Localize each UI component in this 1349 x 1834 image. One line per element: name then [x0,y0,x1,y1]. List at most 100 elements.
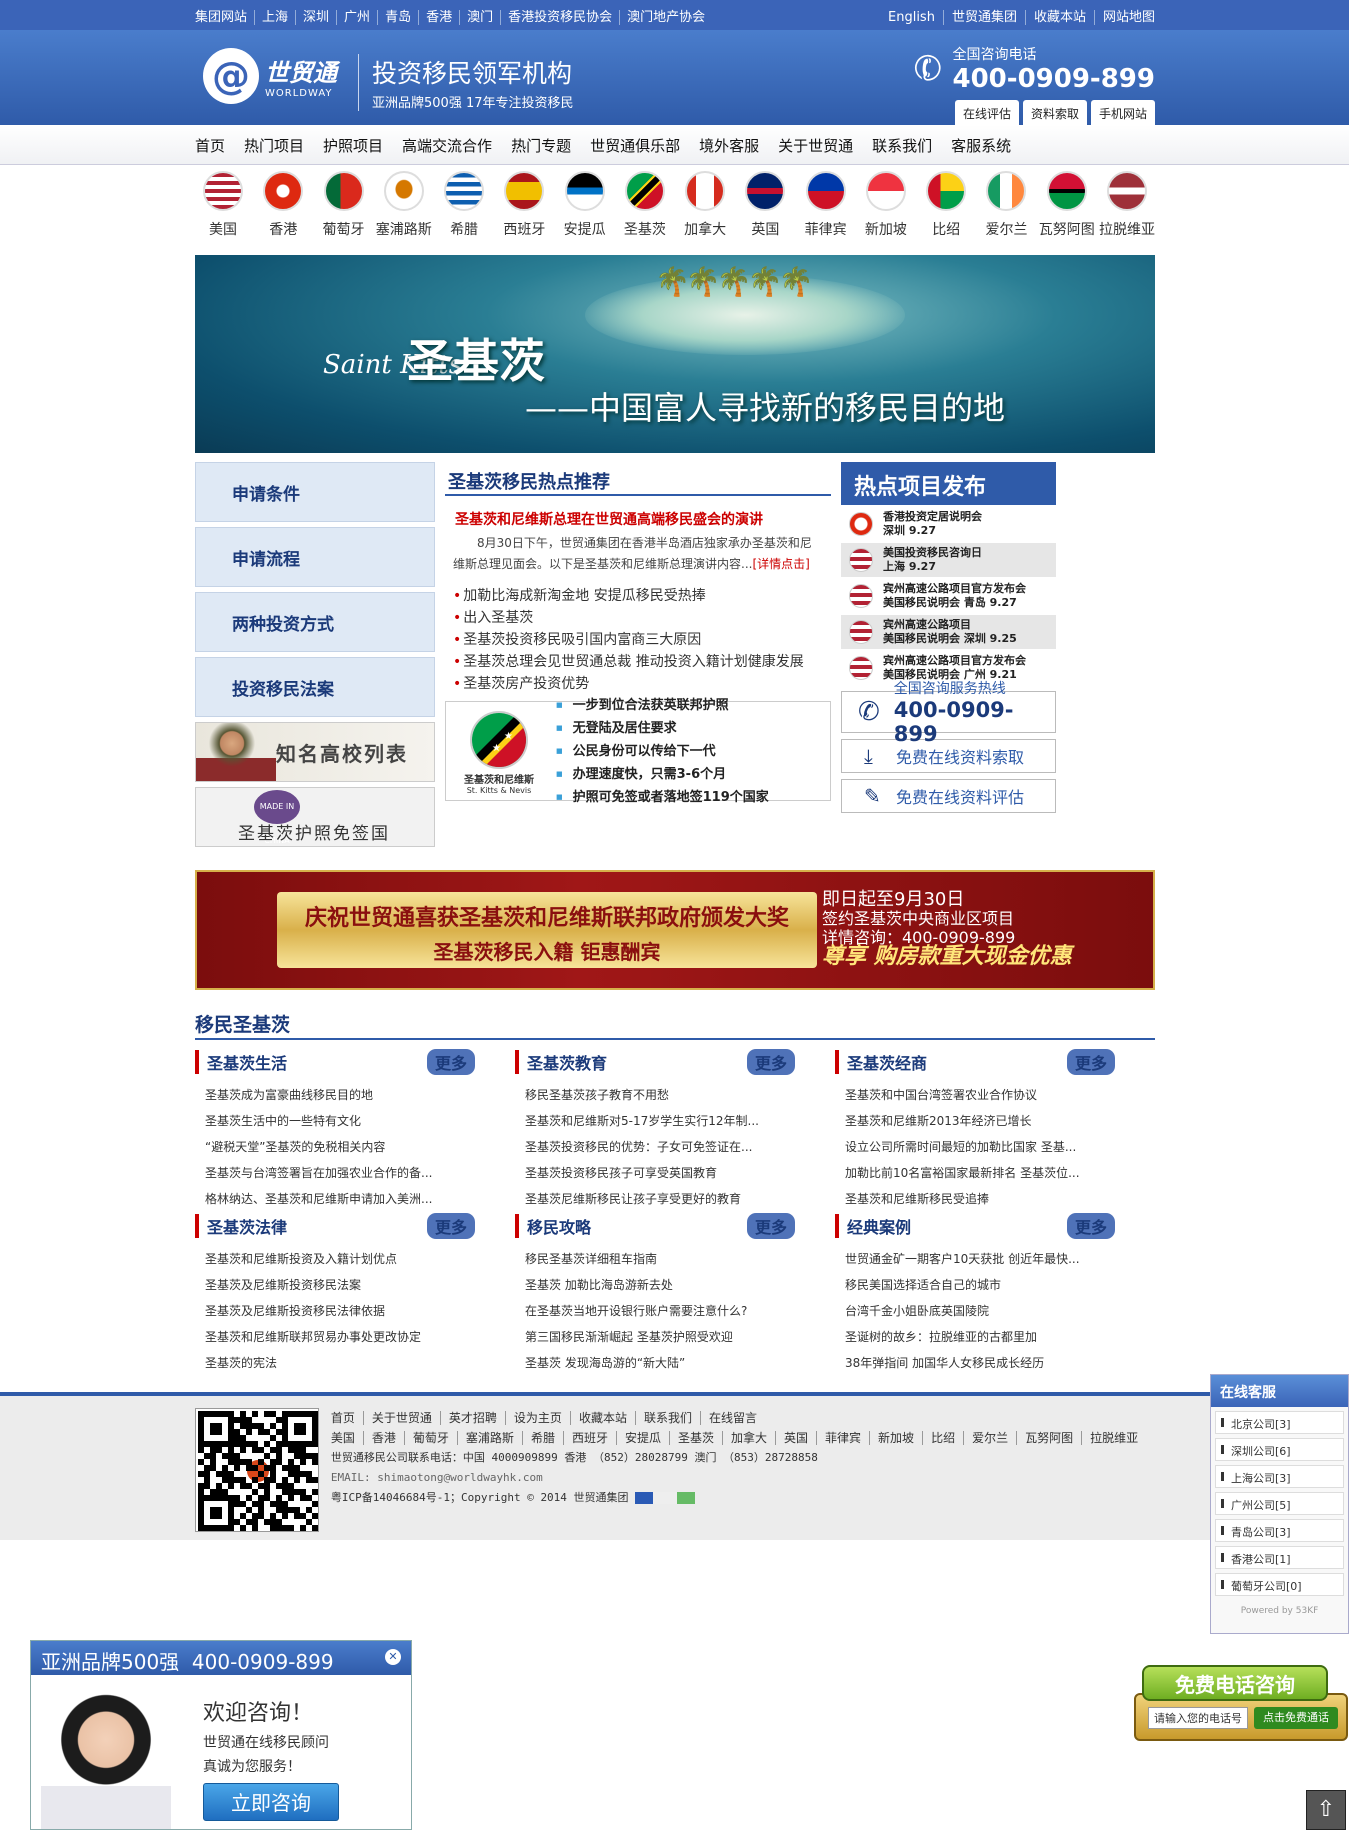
visa-free-link[interactable]: MADE IN CHINA 圣基茨护照免签国 [195,787,435,847]
flag-item-2[interactable]: 葡萄牙 [316,171,372,239]
immi-column-title[interactable]: 圣基茨生活 [207,1050,287,1074]
english-link[interactable]: English [880,9,944,25]
flag-item-7[interactable]: 圣基茨 [617,171,673,239]
list-item[interactable]: “避税天堂”圣基茨的免税相关内容 [205,1134,495,1160]
menu-invest-methods[interactable]: 两种投资方式 [195,592,435,652]
free-eval-button[interactable]: ✎ 免费在线资料评估 [841,779,1056,813]
flag-item-4[interactable]: 希腊 [436,171,492,239]
close-icon[interactable]: ✕ [385,1649,401,1665]
back-to-top-button[interactable]: ⇧ [1306,1790,1346,1830]
nav-item-service-system[interactable]: 客服系统 [951,135,1011,156]
footer-country-link[interactable]: 瓦努阿图 [1017,1431,1083,1445]
footer-link[interactable]: 收藏本站 [570,1411,636,1425]
headline-news[interactable]: 圣基茨和尼维斯总理在世贸通高端移民盛会的演讲 [455,509,831,529]
more-button[interactable]: 更多 [746,1049,795,1075]
list-item[interactable]: 圣基茨和尼维斯对5-17岁学生实行12年制... [525,1108,815,1134]
footer-country-link[interactable]: 加拿大 [723,1431,777,1445]
footer-country-link[interactable]: 英国 [776,1431,818,1445]
nav-item-exchange[interactable]: 高端交流合作 [402,135,492,156]
list-item[interactable]: 圣基茨 加勒比海岛游新去处 [525,1272,815,1298]
nav-item-about[interactable]: 关于世贸通 [778,135,853,156]
flag-item-10[interactable]: 菲律宾 [798,171,854,239]
list-item[interactable]: 圣基茨和尼维斯投资及入籍计划优点 [205,1246,495,1272]
footer-country-link[interactable]: 安提瓜 [616,1431,670,1445]
consult-now-button[interactable]: 立即咨询 [203,1783,339,1821]
tab-mobile-site[interactable]: 手机网站 [1090,100,1155,125]
nav-item-passport[interactable]: 护照项目 [323,135,383,156]
menu-invest-law[interactable]: 投资移民法案 [195,657,435,717]
hot-project-item[interactable]: 宾州高速公路项目 美国移民说明会 深圳 9.25 [841,615,1056,649]
footer-country-link[interactable]: 比绍 [923,1431,965,1445]
top-link[interactable]: 深圳 [296,9,338,25]
list-item[interactable]: 设立公司所需时间最短的加勒比国家 圣基... [845,1134,1135,1160]
list-item[interactable]: 圣基茨房产投资优势 [453,673,831,695]
flag-item-5[interactable]: 西班牙 [496,171,552,239]
footer-country-link[interactable]: 葡萄牙 [404,1431,458,1445]
list-item[interactable]: 台湾千金小姐卧底英国陵院 [845,1298,1135,1324]
sitemap-link[interactable]: 网站地图 [1095,10,1155,25]
flag-item-13[interactable]: 爱尔兰 [978,171,1034,239]
service-office-item[interactable]: 北京公司[3] [1215,1411,1344,1434]
footer-country-link[interactable]: 美国 [330,1431,364,1445]
free-info-request-button[interactable]: ⤓ 免费在线资料索取 [841,739,1056,773]
immi-column-title[interactable]: 圣基茨教育 [527,1050,607,1074]
flag-item-3[interactable]: 塞浦路斯 [376,171,432,239]
list-item[interactable]: 第三国移民渐渐崛起 圣基茨护照受欢迎 [525,1324,815,1350]
list-item[interactable]: 圣基茨投资移民孩子可享受英国教育 [525,1160,815,1186]
menu-apply-process[interactable]: 申请流程 [195,527,435,587]
footer-country-link[interactable]: 拉脱维亚 [1082,1431,1146,1445]
flag-item-15[interactable]: 拉脱维亚 [1099,171,1155,239]
service-office-item[interactable]: 香港公司[1] [1215,1546,1344,1569]
schools-list-link[interactable]: 知名高校列表 [195,722,435,782]
list-item[interactable]: 移民圣基茨孩子教育不用愁 [525,1082,815,1108]
more-button[interactable]: 更多 [1066,1049,1115,1075]
top-link[interactable]: 青岛 [378,9,420,25]
nav-item-home[interactable]: 首页 [195,135,225,156]
list-item[interactable]: 圣基茨尼维斯移民让孩子享受更好的教育 [525,1186,815,1212]
nav-item-club[interactable]: 世贸通俱乐部 [590,135,680,156]
free-call-button[interactable]: 点击免费通话 [1254,1707,1338,1729]
service-office-item[interactable]: 广州公司[5] [1215,1492,1344,1515]
flag-item-6[interactable]: 安提瓜 [557,171,613,239]
flag-item-14[interactable]: 瓦努阿图 [1039,171,1095,239]
top-link[interactable]: 香港 [419,9,461,25]
footer-country-link[interactable]: 希腊 [522,1431,564,1445]
footer-country-link[interactable]: 西班牙 [563,1431,617,1445]
tab-info-request[interactable]: 资料索取 [1022,100,1087,125]
list-item[interactable]: 圣基茨和中国台湾签署农业合作协议 [845,1082,1135,1108]
flag-item-1[interactable]: 香港 [255,171,311,239]
immi-column-title[interactable]: 经典案例 [847,1214,911,1238]
more-button[interactable]: 更多 [426,1049,475,1075]
footer-country-link[interactable]: 新加坡 [870,1431,924,1445]
footer-country-link[interactable]: 圣基茨 [669,1431,723,1445]
group-link[interactable]: 世贸通集团 [943,9,1026,25]
footer-link[interactable]: 关于世贸通 [363,1411,441,1425]
list-item[interactable]: 圣基茨及尼维斯投资移民法律依据 [205,1298,495,1324]
list-item[interactable]: 移民圣基茨详细租车指南 [525,1246,815,1272]
immi-column-title[interactable]: 圣基茨经商 [847,1050,927,1074]
hero-banner[interactable]: 🌴🌴🌴🌴🌴 Saint Kitts 圣基茨 ——中国富人寻找新的移民目的地 [195,255,1155,453]
tab-online-eval[interactable]: 在线评估 [954,100,1019,125]
list-item[interactable]: 格林纳达、圣基茨和尼维斯申请加入美洲... [205,1186,495,1212]
nav-item-contact[interactable]: 联系我们 [872,135,932,156]
flag-item-12[interactable]: 比绍 [918,171,974,239]
list-item[interactable]: 圣基茨成为富豪曲线移民目的地 [205,1082,495,1108]
promo-banner[interactable]: 庆祝世贸通喜获圣基茨和尼维斯联邦政府颁发大奖 圣基茨移民入籍 钜惠酬宾 即日起至… [195,870,1155,990]
list-item[interactable]: 加勒比前10名富裕国家最新排名 圣基茨位... [845,1160,1135,1186]
top-link[interactable]: 集团网站 [195,9,256,25]
nav-item-overseas-service[interactable]: 境外客服 [699,135,759,156]
flag-item-11[interactable]: 新加坡 [858,171,914,239]
footer-link[interactable]: 联系我们 [635,1411,701,1425]
hot-project-item[interactable]: 香港投资定居说明会 深圳 9.27 [841,507,1056,541]
list-item[interactable]: 圣基茨与台湾签署旨在加强农业合作的备... [205,1160,495,1186]
list-item[interactable]: 圣基茨及尼维斯投资移民法案 [205,1272,495,1298]
top-link[interactable]: 上海 [255,9,297,25]
free-call-phone-input[interactable]: 请输入您的电话号 [1148,1707,1248,1729]
list-item[interactable]: 圣基茨和尼维斯2013年经济已增长 [845,1108,1135,1134]
detail-link[interactable]: [详情点击] [752,557,809,571]
top-link[interactable]: 澳门地产协会 [620,10,712,25]
cnzz-badge-icon[interactable] [635,1492,696,1504]
more-button[interactable]: 更多 [746,1213,795,1239]
top-link[interactable]: 香港投资移民协会 [501,9,621,25]
top-link[interactable]: 澳门 [460,9,502,25]
